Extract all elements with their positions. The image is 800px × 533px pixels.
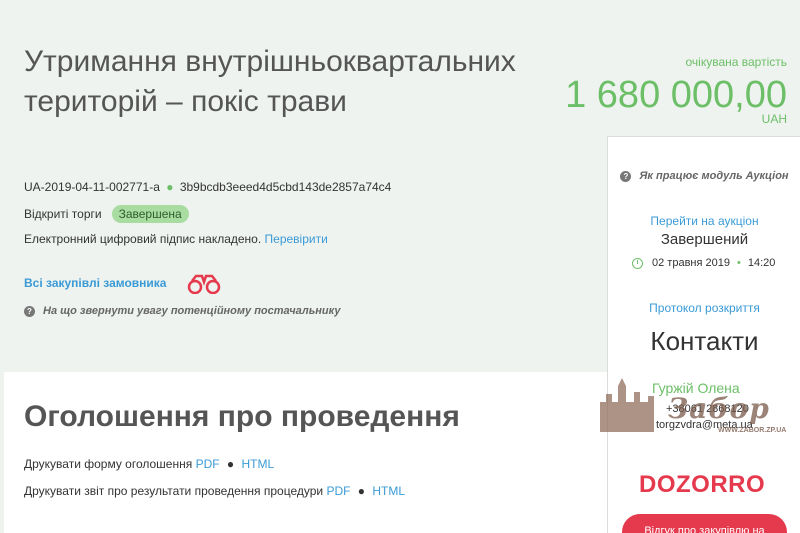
question-icon: ? xyxy=(24,305,35,317)
left-border-strip xyxy=(0,372,4,533)
all-purchases-link[interactable]: Всі закупівлі замовника xyxy=(24,276,166,290)
separator-dot: ● xyxy=(226,457,235,471)
announcement-title: Оголошення про проведення xyxy=(24,400,460,433)
print-form-row: Друкувати форму оголошення PDF ● HTML xyxy=(24,457,274,471)
watermark-site: WWW.ZABOR.ZP.UA xyxy=(718,427,787,434)
clock-icon xyxy=(632,257,643,269)
status-badge: Завершена xyxy=(111,205,189,223)
auction-datetime: 02 травня 2019 • 14:20 xyxy=(632,257,775,269)
print-form-html-link[interactable]: HTML xyxy=(242,457,275,471)
binoculars-icon[interactable] xyxy=(187,274,221,294)
question-icon: ? xyxy=(620,171,632,182)
print-report-pdf-link[interactable]: PDF xyxy=(326,484,350,498)
print-report-row: Друкувати звіт про результати проведення… xyxy=(24,484,405,498)
signature-row: Електронний цифровий підпис накладено. П… xyxy=(24,232,328,246)
auction-date: 02 травня 2019 xyxy=(652,257,730,269)
auction-status: Завершений xyxy=(660,231,749,248)
contacts-title: Контакти xyxy=(650,326,759,356)
print-form-pdf-link[interactable]: PDF xyxy=(196,457,220,471)
dozorro-logo[interactable]: DOZORRO xyxy=(639,471,765,499)
how-auction-text: Як працює модуль Аукціон xyxy=(639,170,789,182)
price-value: 1 680 000,00 xyxy=(565,74,787,116)
review-button[interactable]: Відгук про закупівлю на xyxy=(622,514,787,533)
side-panel: ? Як працює модуль Аукціон Перейти на аук… xyxy=(607,136,800,533)
supplier-attention-row[interactable]: ? На що звернути увагу потенційному пост… xyxy=(24,305,340,317)
supplier-attention-text: На що звернути увагу потенційному постач… xyxy=(43,305,341,317)
price-label: очікувана вартість xyxy=(685,55,788,69)
how-auction-works[interactable]: ? Як працює модуль Аукціон xyxy=(608,168,800,185)
print-report-label: Друкувати звіт про результати проведення… xyxy=(24,484,324,498)
procedure-row: Відкриті торги Завершена xyxy=(24,205,189,223)
tender-hash: 3b9bcdb3eeed4d5cbd143de2857a74c4 xyxy=(179,180,392,194)
separator-dot: ● xyxy=(166,180,174,194)
tender-id: UA-2019-04-11-002771-a xyxy=(24,180,160,194)
protocol-link[interactable]: Протокол розкриття xyxy=(608,301,800,315)
print-report-html-link[interactable]: HTML xyxy=(372,484,405,498)
page-title: Утримання внутрішньоквартальних територі… xyxy=(24,45,516,118)
print-form-label: Друкувати форму оголошення xyxy=(24,457,193,471)
price-currency: UAH xyxy=(761,112,787,126)
auction-time: 14:20 xyxy=(747,257,776,269)
goto-auction-link[interactable]: Перейти на аукціон xyxy=(608,214,800,228)
signature-text: Електронний цифровий підпис накладено. xyxy=(24,232,262,246)
procedure-type: Відкриті торги xyxy=(24,207,102,221)
separator-dot: • xyxy=(736,257,741,269)
tender-id-row: UA-2019-04-11-002771-a ● 3b9bcdb3eeed4d5… xyxy=(24,180,391,194)
verify-signature-link[interactable]: Перевірити xyxy=(265,232,328,246)
separator-dot: ● xyxy=(357,484,366,498)
watermark-brand: Забор xyxy=(668,392,770,425)
